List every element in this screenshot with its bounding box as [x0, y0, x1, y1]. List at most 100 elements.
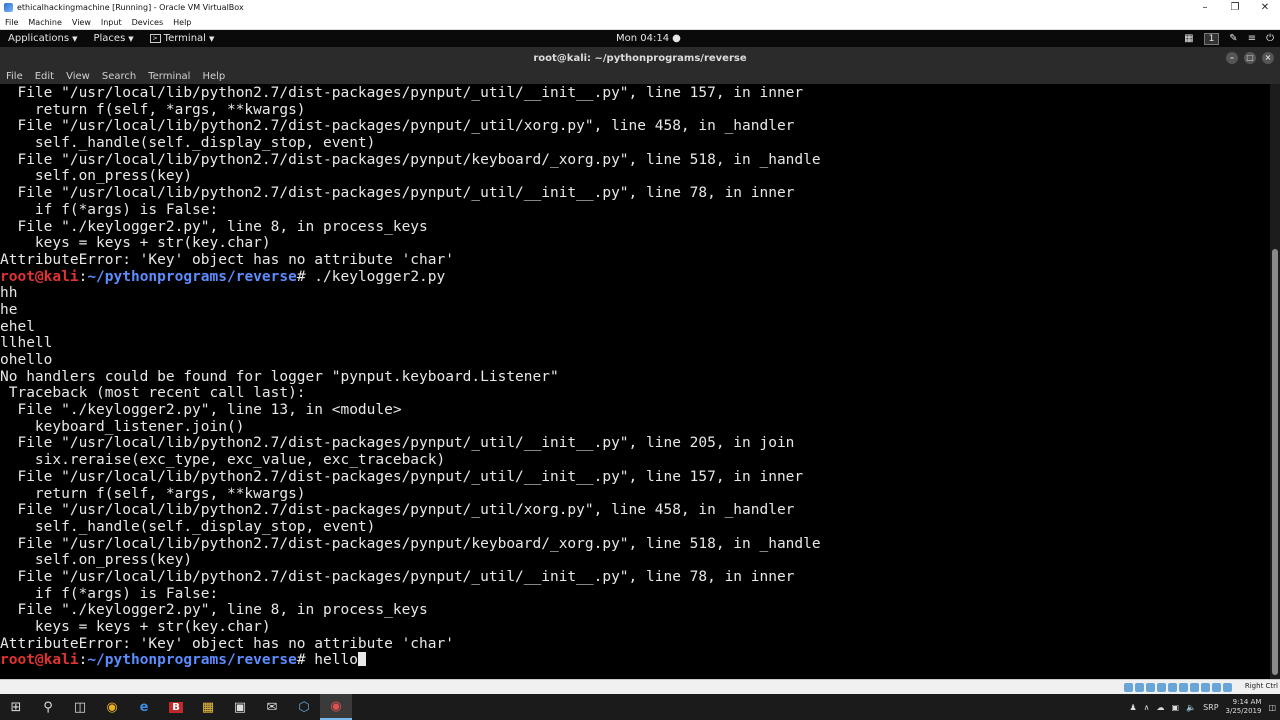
output-line: if f(*args) is False: [0, 585, 219, 602]
video-capture-icon[interactable] [1201, 683, 1210, 692]
network-icon[interactable]: ≡ [1248, 33, 1256, 44]
output-line: he [0, 301, 18, 318]
vbox-menu-devices[interactable]: Devices [127, 18, 169, 27]
scrollbar-thumb[interactable] [1272, 249, 1278, 675]
power-icon[interactable]: ⏻ [1266, 33, 1274, 44]
output-line: llhell [0, 335, 53, 352]
audio-icon[interactable] [1146, 683, 1155, 692]
output-line: self._handle(self._display_stop, event) [0, 135, 376, 152]
prompt-separator: : [78, 652, 88, 669]
terminal-app-menu[interactable]: > Terminal ▼ [142, 33, 223, 44]
output-line: if f(*args) is False: [0, 201, 219, 218]
start-icon[interactable]: ⊞ [0, 694, 32, 720]
taskbar-clock[interactable]: 9:14 AM 3/25/2019 [1226, 698, 1262, 716]
terminal-menu-view[interactable]: View [60, 71, 96, 82]
keyboard-capture-icon[interactable] [1223, 683, 1232, 692]
terminal-icon: > [149, 34, 161, 43]
file-explorer-icon[interactable]: ▦ [192, 694, 224, 720]
output-line: six.reraise(exc_type, exc_value, exc_tra… [0, 452, 446, 469]
minimize-icon[interactable]: – [1190, 2, 1220, 13]
output-line: hh [0, 285, 18, 302]
recorder-icon[interactable]: ◉ [320, 694, 352, 720]
person-icon[interactable]: ♟ [1130, 703, 1137, 712]
volume-icon[interactable]: 🔈 [1186, 703, 1196, 712]
vbox-menu-view[interactable]: View [67, 18, 96, 27]
chevron-down-icon: ▼ [72, 34, 78, 43]
terminal-minimize-button[interactable]: – [1226, 52, 1238, 64]
vbox-menubar: File Machine View Input Devices Help [0, 15, 1280, 30]
vbox-titlebar: ethicalhackingmachine [Running] - Oracle… [0, 0, 1280, 15]
prompt-line: root@kali:~/pythonprograms/reverse# hell… [0, 652, 821, 669]
vbox-menu-help[interactable]: Help [168, 18, 196, 27]
terminal-close-button[interactable]: × [1262, 52, 1274, 64]
clock-button[interactable]: Mon 04:14 ● [616, 30, 681, 47]
vbox-menu-input[interactable]: Input [96, 18, 127, 27]
terminal-menu-file[interactable]: File [0, 71, 29, 82]
output-line: File "/usr/local/lib/python2.7/dist-pack… [0, 118, 795, 135]
prompt-user-host: root@kali [0, 268, 79, 285]
network-icon[interactable]: ▣ [1172, 703, 1180, 712]
edge-icon[interactable]: e [128, 694, 160, 720]
virtualbox-icon [4, 3, 13, 12]
output-line: keys = keys + str(key.char) [0, 619, 271, 635]
shared-folder-icon[interactable] [1179, 683, 1188, 692]
keyboard-layout-icon[interactable]: ▦ [1184, 33, 1193, 44]
maximize-icon[interactable]: ❐ [1220, 2, 1250, 13]
taskbar-date: 3/25/2019 [1225, 707, 1262, 715]
chevron-up-icon[interactable]: ∧ [1144, 703, 1150, 712]
vbox-menu-file[interactable]: File [0, 18, 23, 27]
output-line: Traceback (most recent call last): [0, 385, 306, 402]
vbox-menu-machine[interactable]: Machine [23, 18, 67, 27]
search-icon[interactable]: ⚲ [32, 694, 64, 720]
pen-icon[interactable]: ✎ [1229, 33, 1237, 44]
terminal-menu-help[interactable]: Help [196, 71, 231, 82]
output-line: File "/usr/local/lib/python2.7/dist-pack… [0, 185, 795, 202]
terminal-lines: File "/usr/local/lib/python2.7/dist-pack… [0, 85, 821, 669]
terminal-maximize-button[interactable]: □ [1244, 52, 1256, 64]
output-line: File "/usr/local/lib/python2.7/dist-pack… [0, 85, 804, 101]
terminal-menu-terminal[interactable]: Terminal [142, 71, 196, 82]
optical-drive-icon[interactable] [1135, 683, 1144, 692]
hard-disk-icon[interactable] [1124, 683, 1133, 692]
terminal-menubar: File Edit View Search Terminal Help [0, 69, 1280, 84]
output-line: return f(self, *args, **kwargs) [0, 485, 306, 502]
output-line: File "./keylogger2.py", line 8, in proce… [0, 218, 428, 235]
output-line: File "/usr/local/lib/python2.7/dist-pack… [0, 535, 821, 552]
notification-icon[interactable]: ◫ [1268, 703, 1276, 712]
terminal-scrollbar[interactable] [1270, 84, 1280, 679]
prompt-path: ~/pythonprograms/reverse [87, 268, 297, 285]
output-line: AttributeError: 'Key' object has no attr… [0, 635, 454, 652]
terminal-menu-search[interactable]: Search [96, 71, 142, 82]
system-tray: ♟ ∧ ☁ ▣ 🔈 SRP 9:14 AM 3/25/2019 ◫ [1130, 694, 1280, 720]
windows-taskbar: ⊞ ⚲ ◫ ◉ e B ▦ ▣ ✉ ⬡ ◉ ♟ ∧ ☁ ▣ 🔈 SRP 9:14… [0, 694, 1280, 720]
chrome-icon[interactable]: ◉ [96, 694, 128, 720]
prompt-symbol: # [296, 268, 315, 285]
app-b-icon[interactable]: B [160, 694, 192, 720]
usb-icon[interactable] [1168, 683, 1177, 692]
mail-icon[interactable]: ✉ [256, 694, 288, 720]
output-line: File "/usr/local/lib/python2.7/dist-pack… [0, 151, 821, 168]
close-icon[interactable]: ✕ [1250, 2, 1280, 13]
vm-status-bar: Right Ctrl [0, 679, 1280, 694]
clock-text: Mon 04:14 [616, 33, 670, 44]
terminal-output[interactable]: File "/usr/local/lib/python2.7/dist-pack… [0, 84, 1270, 679]
cloud-icon[interactable]: ☁ [1157, 703, 1165, 712]
host-key-label: Right Ctrl [1244, 682, 1278, 690]
display-icon[interactable] [1190, 683, 1199, 692]
places-menu[interactable]: Places ▼ [85, 33, 141, 44]
output-line: File "/usr/local/lib/python2.7/dist-pack… [0, 502, 795, 519]
output-line: File "./keylogger2.py", line 13, in <mod… [0, 402, 402, 419]
output-line: return f(self, *args, **kwargs) [0, 101, 306, 118]
places-label: Places [93, 33, 126, 44]
task-view-icon[interactable]: ◫ [64, 694, 96, 720]
applications-label: Applications [8, 33, 70, 44]
network-adapter-icon[interactable] [1157, 683, 1166, 692]
workspace-indicator[interactable]: 1 [1203, 32, 1220, 45]
language-label[interactable]: SRP [1203, 703, 1218, 712]
mouse-integration-icon[interactable] [1212, 683, 1221, 692]
applications-menu[interactable]: Applications ▼ [0, 33, 85, 44]
output-line: self._handle(self._display_stop, event) [0, 518, 376, 535]
virtualbox-icon[interactable]: ⬡ [288, 694, 320, 720]
terminal-menu-edit[interactable]: Edit [29, 71, 60, 82]
store-icon[interactable]: ▣ [224, 694, 256, 720]
